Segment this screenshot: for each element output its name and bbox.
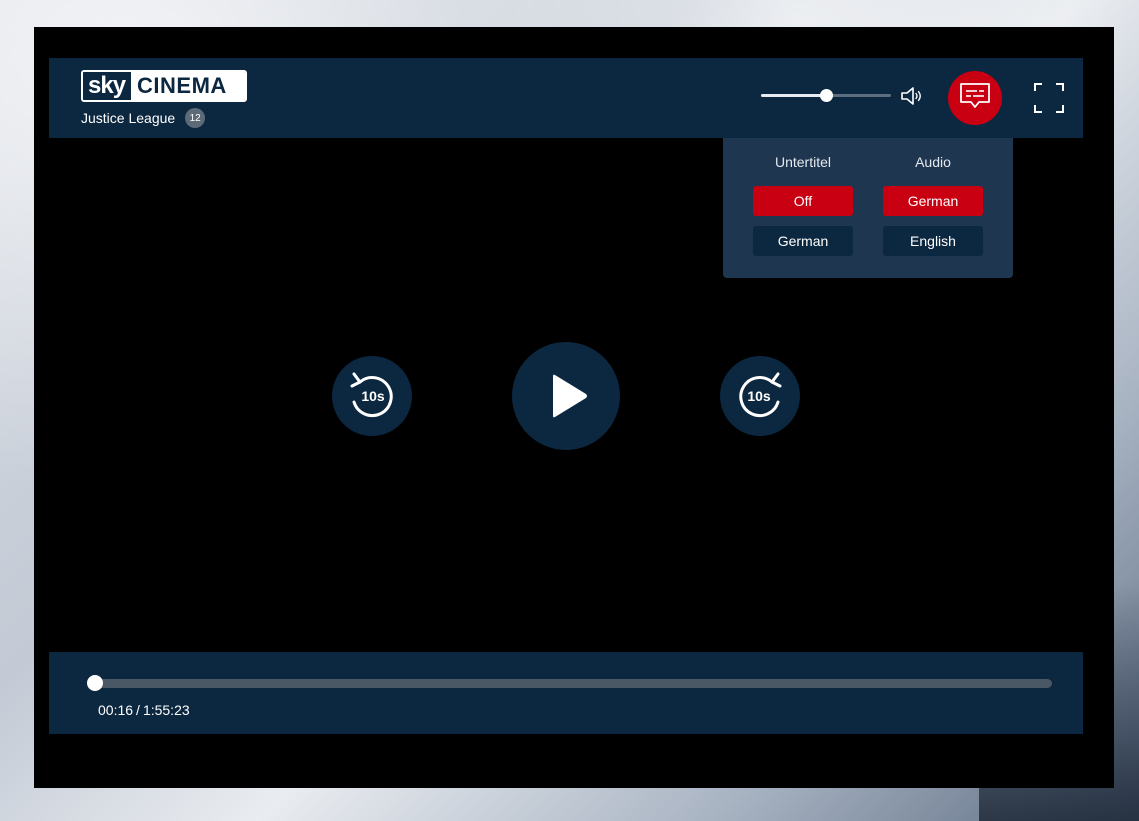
audio-option-english[interactable]: English bbox=[883, 226, 983, 256]
fullscreen-icon[interactable] bbox=[1033, 82, 1065, 114]
subtitles-column: Untertitel Off German bbox=[753, 138, 853, 266]
subtitles-button[interactable] bbox=[948, 71, 1002, 125]
subtitle-option-off[interactable]: Off bbox=[753, 186, 853, 216]
volume-slider[interactable] bbox=[761, 89, 891, 102]
top-bar: sky CINEMA Justice League 12 bbox=[49, 58, 1083, 138]
play-button[interactable] bbox=[512, 342, 620, 450]
progress-knob[interactable] bbox=[87, 675, 104, 691]
audio-heading: Audio bbox=[915, 154, 951, 170]
movie-title: Justice League bbox=[81, 110, 176, 126]
rewind-10-button[interactable]: 10s bbox=[332, 356, 412, 436]
title-line: Justice League 12 bbox=[81, 108, 206, 128]
forward-10-button[interactable]: 10s bbox=[720, 356, 800, 436]
age-rating-badge: 12 bbox=[185, 108, 206, 128]
subtitle-option-german[interactable]: German bbox=[753, 226, 853, 256]
play-icon bbox=[553, 374, 587, 418]
forward-label: 10s bbox=[747, 388, 771, 404]
rewind-10-icon: 10s bbox=[350, 372, 393, 418]
forward-10-icon: 10s bbox=[739, 372, 782, 418]
current-time: 00:16 bbox=[98, 702, 134, 718]
subtitles-heading: Untertitel bbox=[774, 154, 832, 170]
bottom-bar: 00:16 / 1:55:23 bbox=[49, 652, 1083, 734]
volume-fill bbox=[761, 94, 826, 97]
logo-cinema-text: CINEMA bbox=[131, 72, 245, 100]
total-duration: 1:55:23 bbox=[142, 702, 190, 718]
rewind-label: 10s bbox=[361, 388, 385, 404]
subtitle-audio-menu: Untertitel Off German Audio German Engli… bbox=[723, 138, 1013, 278]
logo-sky-text: sky bbox=[83, 72, 132, 100]
video-player[interactable]: sky CINEMA Justice League 12 Untertitel … bbox=[34, 27, 1114, 788]
time-display: 00:16 / 1:55:23 bbox=[98, 702, 190, 718]
audio-column: Audio German English bbox=[883, 138, 983, 266]
speaker-icon[interactable] bbox=[898, 82, 926, 110]
time-separator: / bbox=[136, 702, 140, 718]
subtitles-icon bbox=[958, 80, 992, 117]
audio-option-german[interactable]: German bbox=[883, 186, 983, 216]
progress-bar[interactable] bbox=[87, 675, 1052, 691]
volume-knob[interactable] bbox=[820, 89, 833, 102]
sky-cinema-logo: sky CINEMA bbox=[81, 70, 247, 102]
